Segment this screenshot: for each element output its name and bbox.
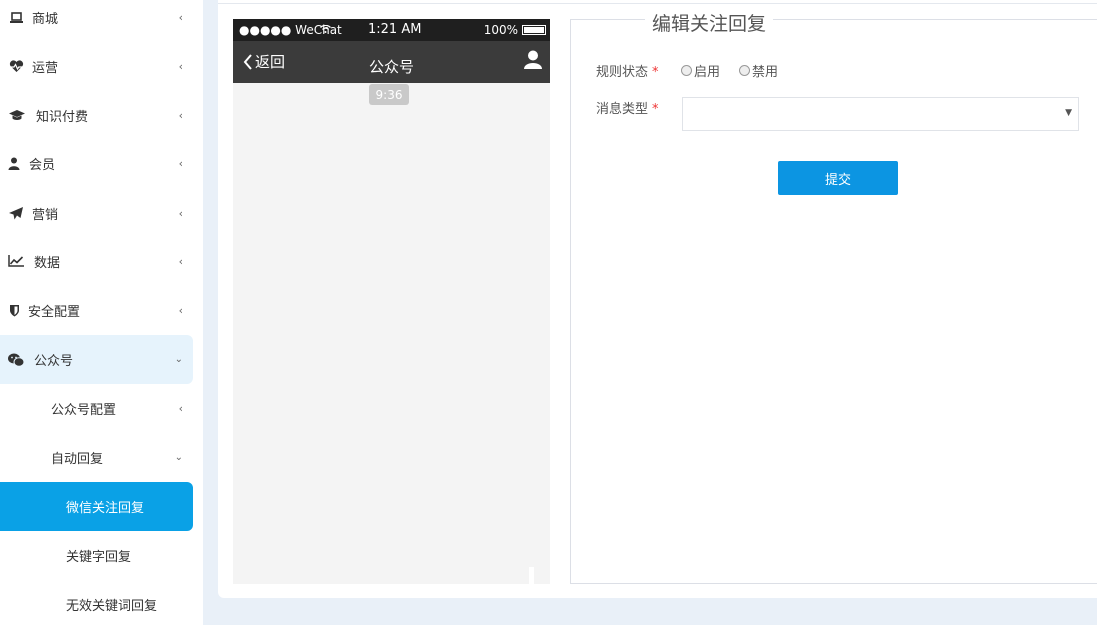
radio-label: 启用	[694, 65, 721, 80]
chevron-down-icon: ⌄	[174, 451, 183, 463]
radio-label: 禁用	[752, 65, 779, 80]
sidebar-item-data[interactable]: 数据 ‹	[0, 238, 193, 284]
phone-status-bar: ●●●●● WeChat 1:21 AM 100%	[233, 19, 550, 41]
wifi-icon	[320, 25, 331, 33]
sidebar-item-label: 关键字回复	[66, 549, 132, 565]
sidebar-item-follow-reply[interactable]: 微信关注回复	[0, 482, 193, 531]
message-type-select[interactable]: ▼	[682, 97, 1079, 131]
status-time: 1:21 AM	[368, 22, 422, 37]
sidebar-item-security[interactable]: 安全配置 ‹	[0, 287, 193, 333]
sidebar-item-wechat[interactable]: 公众号 ⌄	[0, 335, 193, 384]
paper-plane-icon	[8, 205, 24, 221]
sidebar-item-label: 运营	[32, 60, 59, 76]
status-radio-enable[interactable]: 启用	[681, 61, 720, 80]
line-chart-icon	[8, 253, 24, 269]
wechat-icon	[8, 352, 24, 368]
sidebar-item-invalid-keyword-reply[interactable]: 无效关键词回复	[0, 581, 193, 625]
chevron-left-icon: ‹	[178, 254, 183, 268]
sidebar-item-label: 公众号配置	[51, 402, 117, 418]
sidebar-item-label: 微信关注回复	[66, 501, 145, 516]
radio-circle[interactable]	[739, 65, 750, 76]
sidebar-item-label: 会员	[29, 157, 56, 173]
phone-scrollbar	[529, 567, 534, 584]
sidebar-item-label: 安全配置	[28, 304, 81, 320]
chevron-left-icon: ‹	[178, 108, 183, 122]
type-label-text: 消息类型	[596, 102, 649, 117]
required-mark: *	[652, 102, 659, 117]
chevron-down-icon: ⌄	[174, 354, 183, 365]
chevron-left-icon: ‹	[178, 10, 183, 24]
sidebar-item-label: 知识付费	[36, 109, 89, 125]
sidebar-item-keyword-reply[interactable]: 关键字回复	[0, 532, 193, 578]
sidebar-item-label: 营销	[32, 207, 59, 223]
status-label: 规则状态 *	[596, 61, 659, 80]
chevron-left-icon: ‹	[178, 303, 183, 317]
sidebar-item-operations[interactable]: 运营 ‹	[0, 43, 193, 89]
chevron-left-icon: ‹	[178, 59, 183, 73]
shield-icon	[6, 302, 22, 318]
sidebar-item-auto-reply[interactable]: 自动回复 ⌄	[0, 434, 193, 480]
chevron-left-icon: ‹	[178, 206, 183, 220]
sidebar-item-label: 商城	[32, 11, 59, 27]
divider	[218, 0, 1097, 4]
radio-circle[interactable]	[681, 65, 692, 76]
chevron-left-icon: ‹	[178, 156, 183, 170]
message-time-chip: 9:36	[369, 84, 409, 105]
heartbeat-icon	[8, 58, 24, 74]
battery-icon	[522, 25, 546, 35]
type-label: 消息类型 *	[596, 98, 659, 117]
phone-title: 公众号	[368, 58, 414, 76]
sidebar-item-label: 数据	[34, 255, 61, 271]
status-radio-disable[interactable]: 禁用	[739, 61, 778, 80]
submit-button[interactable]: 提交	[778, 161, 898, 195]
chevron-left-icon: ‹	[178, 401, 183, 415]
phone-nav-bar: 返回 公众号	[233, 41, 550, 83]
required-mark: *	[652, 65, 659, 80]
sidebar-item-wechat-config[interactable]: 公众号配置 ‹	[0, 385, 193, 431]
sidebar-item-members[interactable]: 会员 ‹	[0, 140, 193, 186]
sidebar-item-mall[interactable]: 商城 ‹	[0, 0, 193, 40]
user-icon	[6, 155, 22, 171]
laptop-icon	[8, 9, 24, 25]
sidebar-item-label: 公众号	[34, 354, 74, 369]
battery-percent: 100%	[483, 23, 518, 37]
graduation-cap-icon	[9, 107, 25, 123]
form-title: 编辑关注回复	[645, 9, 774, 36]
caret-down-icon: ▼	[1065, 108, 1072, 118]
sidebar-item-label: 无效关键词回复	[66, 598, 158, 614]
phone-preview: ●●●●● WeChat 1:21 AM 100% 返回 公众号 9:36	[233, 19, 550, 584]
sidebar-item-marketing[interactable]: 营销 ‹	[0, 190, 193, 236]
status-label-text: 规则状态	[596, 65, 649, 80]
sidebar-item-paid-knowledge[interactable]: 知识付费 ‹	[0, 92, 193, 138]
sidebar-item-label: 自动回复	[51, 451, 104, 467]
sidebar: 商城 ‹ 运营 ‹ 知识付费 ‹ 会员 ‹ 营销 ‹ 数据 ‹ 安全配置 ‹ 公…	[0, 0, 203, 625]
user-icon[interactable]	[524, 50, 542, 73]
